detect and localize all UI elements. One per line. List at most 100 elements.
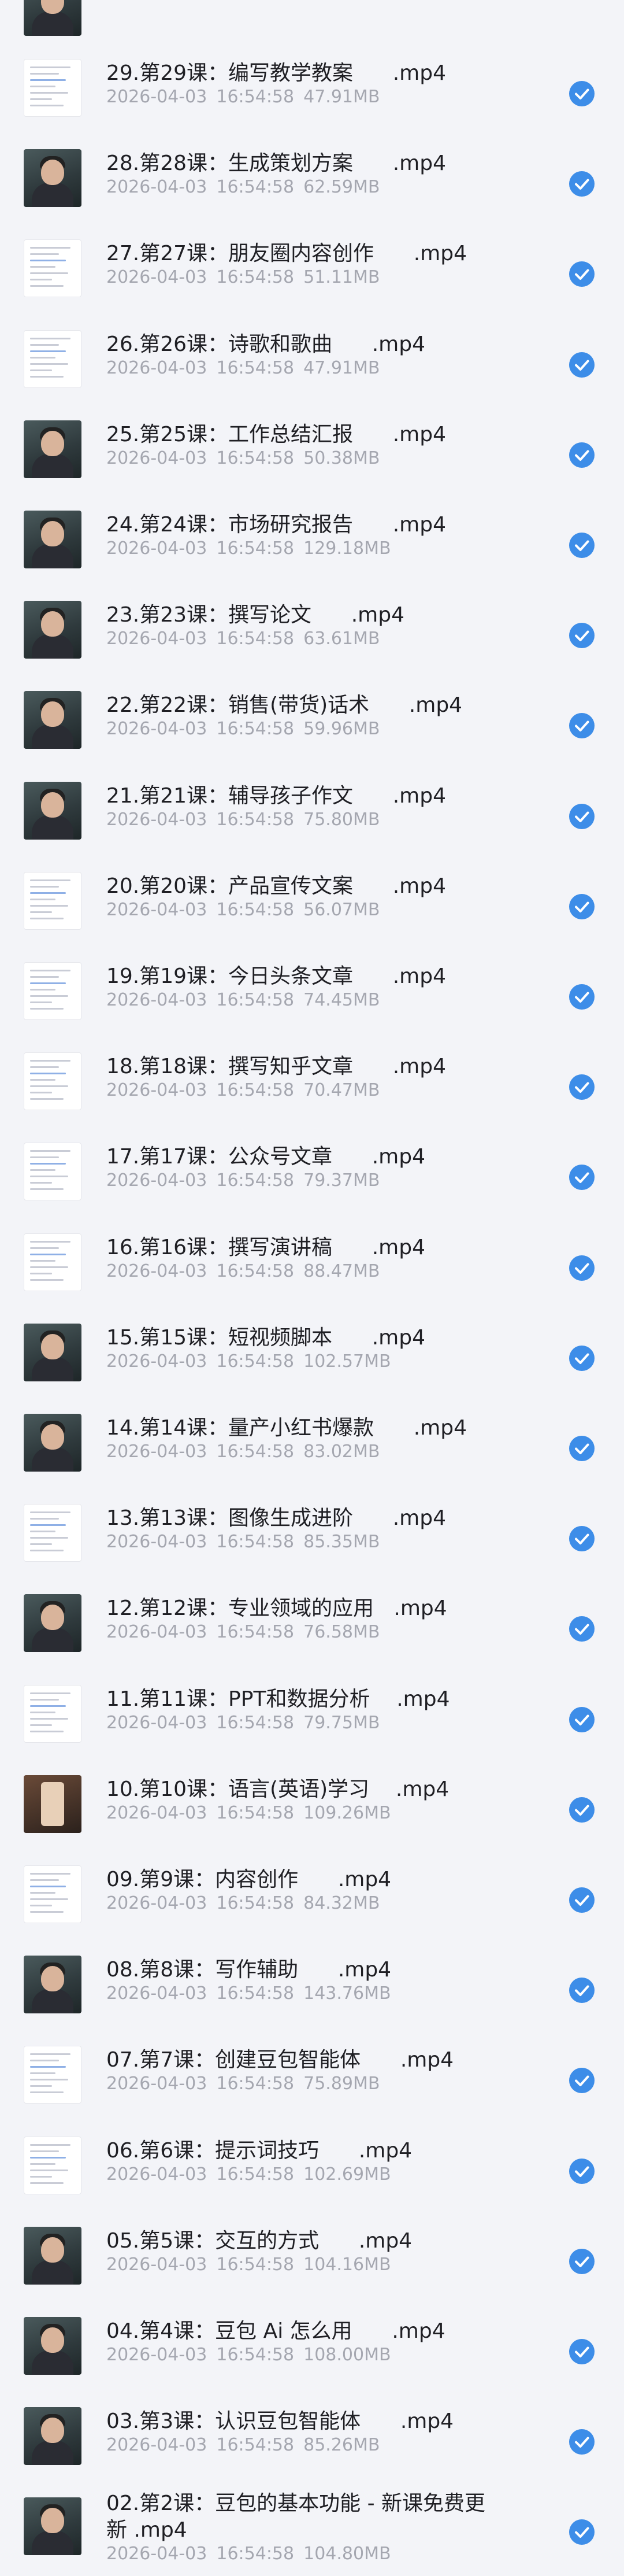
- check-circle-icon[interactable]: [569, 1616, 595, 1642]
- file-meta: 2026-04-03 16:54:58 75.89MB: [106, 2074, 380, 2094]
- list-item[interactable]: 09.第9课：内容创作 .mp4 2026-04-03 16:54:58 84.32M…: [0, 1851, 624, 1942]
- check-circle-icon[interactable]: [569, 1526, 595, 1551]
- check-circle-icon[interactable]: [569, 533, 595, 558]
- file-meta: 2026-04-03 16:54:58 84.32MB: [106, 1893, 380, 1914]
- check-circle-icon[interactable]: [569, 352, 595, 378]
- check-circle-icon[interactable]: [569, 1978, 595, 2003]
- check-circle-icon[interactable]: [569, 261, 595, 287]
- list-item[interactable]: 28.第28课：生成策划方案 .mp4 2026-04-03 16:54:58 62.…: [0, 135, 624, 226]
- file-meta: 2026-04-03 16:54:58 47.91MB: [106, 87, 380, 108]
- file-name: 12.第12课：专业领域的应用 .mp4: [106, 1596, 447, 1620]
- check-circle-icon[interactable]: [569, 2159, 595, 2184]
- check-circle-icon[interactable]: [569, 804, 595, 829]
- list-item[interactable]: 08.第8课：写作辅助 .mp4 2026-04-03 16:54:58 143.76…: [0, 1942, 624, 2032]
- list-item[interactable]: 03.第3课：认识豆包智能体 .mp4 2026-04-03 16:54:58 85.…: [0, 2393, 624, 2483]
- list-item[interactable]: 12.第12课：专业领域的应用 .mp4 2026-04-03 16:54:58 76…: [0, 1580, 624, 1670]
- list-item[interactable]: 15.第15课：短视频脚本 .mp4 2026-04-03 16:54:58 102.…: [0, 1310, 624, 1400]
- check-circle-icon[interactable]: [569, 1797, 595, 1823]
- file-date: 2026-04-03: [106, 1170, 207, 1191]
- list-item[interactable]: 07.第7课：创建豆包智能体 .mp4 2026-04-03 16:54:58 75.…: [0, 2032, 624, 2122]
- check-circle-icon[interactable]: [569, 623, 595, 648]
- file-time: 16:54:58: [216, 2074, 295, 2094]
- file-meta: 2026-04-03 16:54:58 85.35MB: [106, 1532, 380, 1553]
- list-item[interactable]: 17.第17课：公众号文章 .mp4 2026-04-03 16:54:58 79.3…: [0, 1129, 624, 1219]
- check-circle-icon[interactable]: [569, 1255, 595, 1281]
- file-size: 88.47MB: [303, 1261, 380, 1281]
- list-item[interactable]: 04.第4课：豆包 Ai 怎么用 .mp4 2026-04-03 16:54:58 1…: [0, 2303, 624, 2393]
- list-item[interactable]: 18.第18课：撰写知乎文章 .mp4 2026-04-03 16:54:58 70.…: [0, 1038, 624, 1129]
- list-item[interactable]: 11.第11课：PPT和数据分析 .mp4 2026-04-03 16:54:58 7…: [0, 1671, 624, 1761]
- document-thumbnail: [24, 239, 81, 297]
- list-item[interactable]: 10.第10课：语言(英语)学习 .mp4 2026-04-03 16:54:58 1…: [0, 1761, 624, 1851]
- list-item[interactable]: 14.第14课：量产小红书爆款 .mp4 2026-04-03 16:54:58 83…: [0, 1400, 624, 1490]
- file-name: 25.第25课：工作总结汇报 .mp4: [106, 423, 446, 446]
- file-time: 16:54:58: [216, 2255, 295, 2275]
- check-circle-icon[interactable]: [569, 171, 595, 197]
- list-item-partial[interactable]: [0, 0, 624, 43]
- list-item[interactable]: 29.第29课：编写教学教案 .mp4 2026-04-03 16:54:58 47.…: [0, 45, 624, 135]
- check-circle-icon[interactable]: [569, 2429, 595, 2455]
- file-name: 22.第22课：销售(带货)话术 .mp4: [106, 693, 463, 717]
- file-date: 2026-04-03: [106, 990, 207, 1010]
- file-meta: 2026-04-03 16:54:58 143.76MB: [106, 1983, 391, 2004]
- check-circle-icon[interactable]: [569, 1887, 595, 1913]
- check-circle-icon[interactable]: [569, 2249, 595, 2274]
- list-item[interactable]: 27.第27课：朋友圈内容创作 .mp4 2026-04-03 16:54:58 51…: [0, 226, 624, 316]
- file-meta: 2026-04-03 16:54:58 56.07MB: [106, 900, 380, 921]
- check-circle-icon[interactable]: [569, 442, 595, 468]
- list-item[interactable]: 06.第6课：提示词技巧 .mp4 2026-04-03 16:54:58 102.6…: [0, 2123, 624, 2213]
- file-size: 104.80MB: [303, 2544, 391, 2564]
- file-time: 16:54:58: [216, 990, 295, 1010]
- check-circle-icon[interactable]: [569, 713, 595, 738]
- list-item[interactable]: 21.第21课：辅导孩子作文 .mp4 2026-04-03 16:54:58 75.…: [0, 768, 624, 858]
- video-thumbnail: [24, 0, 81, 36]
- file-size: 143.76MB: [303, 1983, 391, 2004]
- list-item[interactable]: 23.第23课：撰写论文 .mp4 2026-04-03 16:54:58 63.61…: [0, 587, 624, 677]
- list-item[interactable]: 26.第26课：诗歌和歌曲 .mp4 2026-04-03 16:54:58 47.9…: [0, 316, 624, 406]
- list-item[interactable]: 24.第24课：市场研究报告 .mp4 2026-04-03 16:54:58 129…: [0, 497, 624, 587]
- file-size: 50.38MB: [303, 448, 380, 468]
- list-item[interactable]: 20.第20课：产品宣传文案 .mp4 2026-04-03 16:54:58 56.…: [0, 858, 624, 948]
- file-size: 76.58MB: [303, 1622, 380, 1642]
- check-circle-icon[interactable]: [569, 1074, 595, 1100]
- file-date: 2026-04-03: [106, 1442, 207, 1462]
- file-size: 47.91MB: [303, 358, 380, 378]
- file-date: 2026-04-03: [106, 810, 207, 830]
- file-meta: 2026-04-03 16:54:58 75.80MB: [106, 810, 380, 830]
- list-item[interactable]: 02.第2课：豆包的基本功能 - 新课免费更新 .mp4 2026-04-03 16…: [0, 2483, 624, 2574]
- list-item[interactable]: 13.第13课：图像生成进阶 .mp4 2026-04-03 16:54:58 85.…: [0, 1490, 624, 1580]
- file-size: 79.75MB: [303, 1713, 380, 1733]
- file-name: 06.第6课：提示词技巧 .mp4: [106, 2139, 413, 2163]
- document-thumbnail: [24, 2046, 81, 2104]
- video-thumbnail: [24, 782, 81, 840]
- file-date: 2026-04-03: [106, 719, 207, 739]
- list-item[interactable]: 05.第5课：交互的方式 .mp4 2026-04-03 16:54:58 104.1…: [0, 2213, 624, 2303]
- list-item[interactable]: 16.第16课：撰写演讲稿 .mp4 2026-04-03 16:54:58 88.4…: [0, 1219, 624, 1310]
- check-circle-icon[interactable]: [569, 2519, 595, 2545]
- check-circle-icon[interactable]: [569, 81, 595, 106]
- check-circle-icon[interactable]: [569, 1707, 595, 1732]
- file-size: 74.45MB: [303, 990, 380, 1010]
- check-circle-icon[interactable]: [569, 1165, 595, 1190]
- file-time: 16:54:58: [216, 267, 295, 287]
- video-thumbnail: [24, 691, 81, 749]
- check-circle-icon[interactable]: [569, 2068, 595, 2093]
- file-size: 63.61MB: [303, 629, 380, 649]
- check-circle-icon[interactable]: [569, 2339, 595, 2364]
- check-circle-icon[interactable]: [569, 894, 595, 919]
- check-circle-icon[interactable]: [569, 984, 595, 1010]
- check-circle-icon[interactable]: [569, 1346, 595, 1371]
- file-time: 16:54:58: [216, 1713, 295, 1733]
- file-size: 62.59MB: [303, 177, 380, 197]
- file-time: 16:54:58: [216, 2435, 295, 2455]
- list-item[interactable]: 19.第19课：今日头条文章 .mp4 2026-04-03 16:54:58 74.…: [0, 948, 624, 1038]
- file-meta: 2026-04-03 16:54:58 76.58MB: [106, 1622, 380, 1643]
- file-time: 16:54:58: [216, 538, 295, 559]
- file-list: 29.第29课：编写教学教案 .mp4 2026-04-03 16:54:58 47.…: [0, 0, 624, 2576]
- file-name: 27.第27课：朋友圈内容创作 .mp4: [106, 242, 467, 265]
- file-meta: 2026-04-03 16:54:58 74.45MB: [106, 990, 380, 1011]
- list-item[interactable]: 25.第25课：工作总结汇报 .mp4 2026-04-03 16:54:58 50.…: [0, 406, 624, 497]
- file-date: 2026-04-03: [106, 1893, 207, 1913]
- list-item[interactable]: 22.第22课：销售(带货)话术 .mp4 2026-04-03 16:54:58 5…: [0, 677, 624, 767]
- check-circle-icon[interactable]: [569, 1436, 595, 1461]
